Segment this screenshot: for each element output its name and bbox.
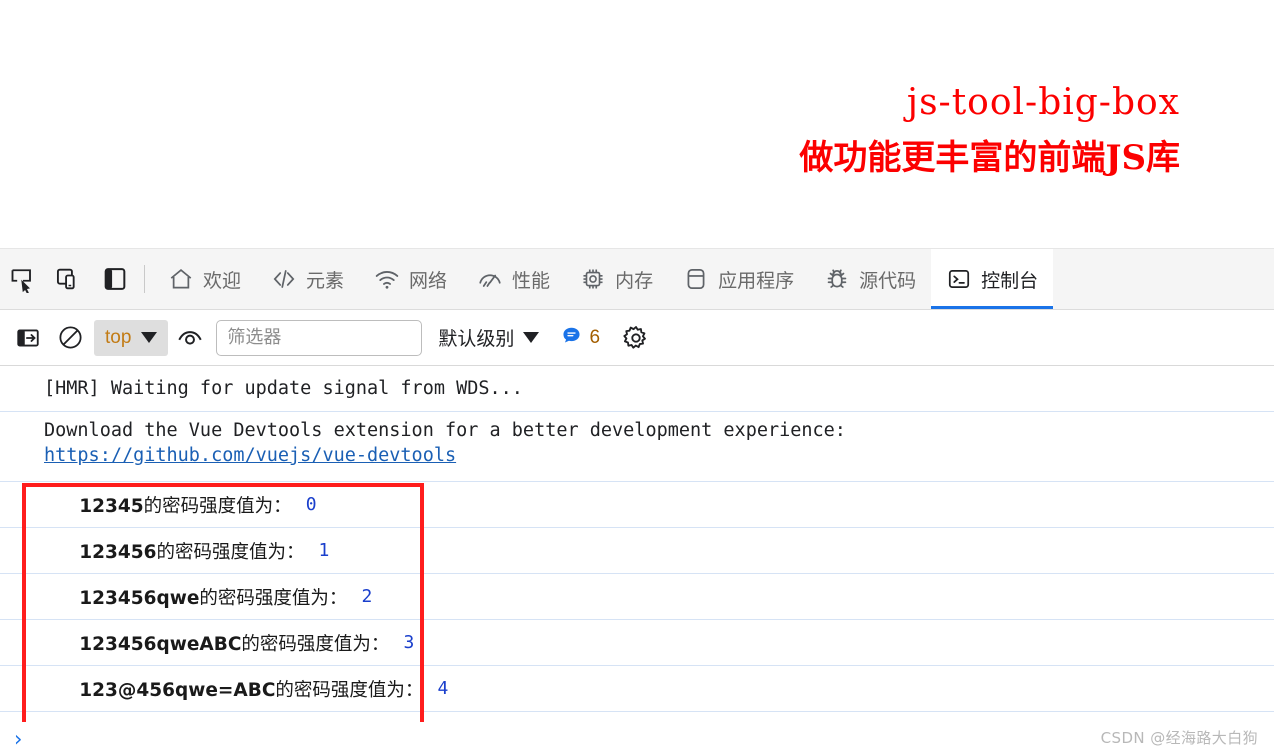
prompt-chevron-icon: › [14,726,23,751]
strength-value: 3 [403,632,415,653]
password-suffix: 的密码强度值为： [156,541,305,563]
tab-console[interactable]: 控制台 [931,249,1054,309]
execution-context-value: top [105,326,132,348]
log-level-select[interactable]: 默认级别 [438,324,540,351]
dock-side-icon[interactable] [92,256,138,302]
devtools-tab-bar: 欢迎 元素 网络 性能 内存 应用程序 源代码 控制台 [0,248,1274,310]
eye-icon[interactable] [170,318,210,358]
console-filter-toolbar: top 默认级别 6 [0,310,1274,366]
log-level-label: 默认级别 [438,329,515,350]
password-suffix: 的密码强度值为： [241,633,390,655]
vue-devtools-link[interactable]: https://github.com/vuejs/vue-devtools [44,445,456,466]
tab-label: 元素 [306,270,345,292]
clear-console-icon[interactable] [50,318,90,358]
tab-performance[interactable]: 性能 [462,249,565,309]
console-sidebar-icon[interactable] [8,318,48,358]
watermark-title: js-tool-big-box [906,82,1180,123]
strength-value: 0 [305,494,317,515]
password-value: 12345 [79,495,144,517]
strength-value: 4 [437,678,449,699]
log-row-hmr[interactable]: [HMR] Waiting for update signal from WDS… [0,366,1274,412]
message-count-group[interactable]: 6 [561,325,600,351]
password-value: 123@456qwe=ABC [79,679,276,701]
inspect-element-icon[interactable] [0,256,46,302]
strength-value: 2 [361,586,373,607]
home-icon [168,266,194,292]
tab-application[interactable]: 应用程序 [668,249,809,309]
password-value: 123456qwe [79,587,200,609]
log-row-password-strength[interactable]: 123@456qwe=ABC的密码强度值为： 4 [0,666,1274,712]
console-log-area[interactable]: [HMR] Waiting for update signal from WDS… [0,366,1274,722]
tab-label: 网络 [409,270,448,292]
password-value: 123456qweABC [79,633,242,655]
page-banner: js-tool-big-box 做功能更丰富的前端JS库 [0,0,1274,248]
gear-icon[interactable] [618,320,654,356]
message-bubble-icon [561,325,582,351]
tab-sources[interactable]: 源代码 [809,249,931,309]
tab-label: 源代码 [859,270,917,292]
device-toolbar-icon[interactable] [46,256,92,302]
password-strength-text: 123@456qwe=ABC的密码强度值为： [44,655,423,723]
execution-context-select[interactable]: top [94,319,169,356]
log-message: [HMR] Waiting for update signal from WDS… [44,378,523,399]
password-value: 123456 [79,541,157,563]
csdn-watermark: CSDN @经海路大白狗 [1100,729,1258,747]
filter-input[interactable] [216,319,423,356]
log-message: Download the Vue Devtools extension for … [44,420,846,441]
tab-label: 内存 [615,270,654,292]
memory-chip-icon [580,266,606,292]
tab-welcome[interactable]: 欢迎 [153,249,256,309]
tab-label: 应用程序 [718,270,795,292]
chevron-down-icon [523,332,540,343]
tab-network[interactable]: 网络 [359,249,462,309]
tab-elements[interactable]: 元素 [256,249,359,309]
message-count: 6 [589,326,601,348]
chevron-down-icon [141,332,158,343]
console-prompt-row[interactable]: › [0,722,1274,756]
tab-label: 控制台 [981,270,1039,292]
gauge-icon [477,266,503,292]
toolbar-divider [144,265,145,293]
wifi-icon [374,266,400,292]
password-suffix: 的密码强度值为： [275,679,424,701]
password-suffix: 的密码强度值为： [199,587,348,609]
tab-label: 性能 [512,270,551,292]
tab-memory[interactable]: 内存 [565,249,668,309]
console-terminal-icon [946,266,972,292]
database-icon [683,266,709,292]
watermark-subtitle: 做功能更丰富的前端JS库 [799,138,1180,178]
strength-value: 1 [318,540,330,561]
code-brackets-icon [271,266,297,292]
password-suffix: 的密码强度值为： [143,495,292,517]
tab-label: 欢迎 [203,270,242,292]
bug-icon [824,266,850,292]
